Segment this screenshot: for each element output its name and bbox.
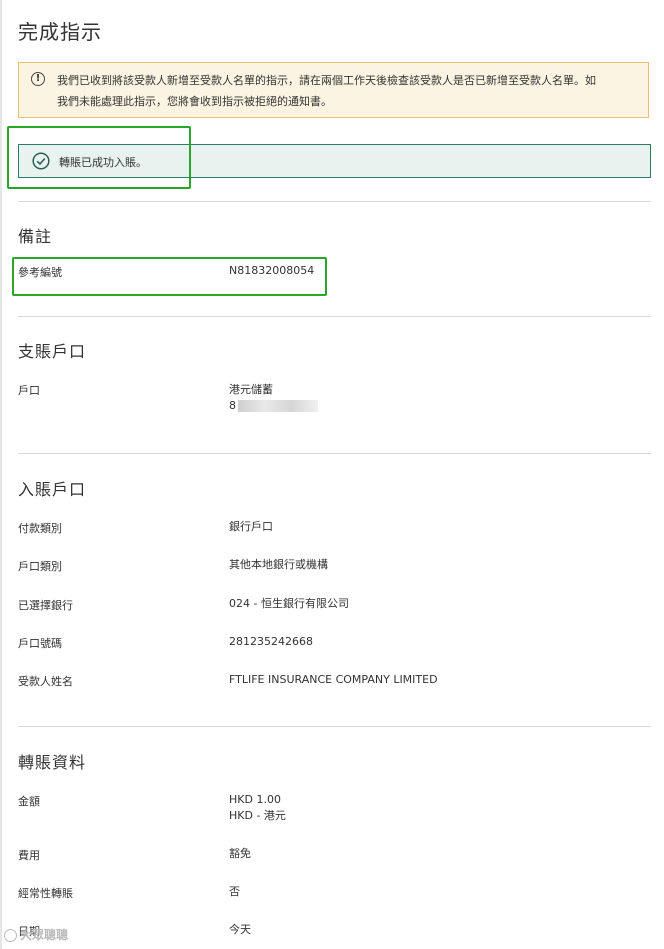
debit-account-label: 戶口 <box>18 384 40 397</box>
fee-value: 豁免 <box>229 847 251 860</box>
exclamation-circle-icon: ! <box>31 72 45 86</box>
transfer-details-title: 轉賬資料 <box>18 753 87 772</box>
selected-bank-value: 024 - 恒生銀行有限公司 <box>229 597 349 610</box>
notice-line-1: 我們已收到將該受款人新增至受款人名單的指示，請在兩個工作天後檢查該受款人是否已新… <box>57 74 596 87</box>
account-type-value: 其他本地銀行或機構 <box>229 558 328 571</box>
watermark-logo-icon <box>4 929 17 942</box>
notice-line-2: 我們未能處理此指示，您將會收到指示被拒絕的通知書。 <box>57 95 332 108</box>
debit-account-name: 港元儲蓄 <box>229 383 273 396</box>
reference-highlight-box <box>12 257 327 296</box>
debit-account-number: 8 <box>229 398 318 414</box>
payee-name-value: FTLIFE INSURANCE COMPANY LIMITED <box>229 673 438 686</box>
debit-account-title: 支賬戶口 <box>18 342 87 361</box>
account-number-value: 281235242668 <box>229 635 313 648</box>
section-divider <box>18 201 651 202</box>
payment-type-label: 付款類別 <box>18 522 62 535</box>
amount-line-2: HKD - 港元 <box>229 809 286 822</box>
notice-text: 我們已收到將該受款人新增至受款人名單的指示，請在兩個工作天後檢查該受款人是否已新… <box>57 70 645 112</box>
left-border <box>0 0 2 949</box>
section-divider <box>18 453 651 454</box>
account-number-visible: 8 <box>229 399 236 412</box>
payee-name-label: 受款人姓名 <box>18 675 73 688</box>
notice-banner: ! 我們已收到將該受款人新增至受款人名單的指示，請在兩個工作天後檢查該受款人是否… <box>18 62 649 118</box>
recurring-value: 否 <box>229 885 240 898</box>
amount-label: 金額 <box>18 795 40 808</box>
amount-value: HKD 1.00 HKD - 港元 <box>229 792 286 824</box>
payment-type-value: 銀行戶口 <box>229 520 273 533</box>
watermark-text: 大眾聰聰 <box>20 928 69 942</box>
section-divider <box>18 726 651 727</box>
watermark: 大眾聰聰 <box>4 926 68 943</box>
success-highlight-box <box>7 126 191 189</box>
redacted-account-number <box>238 400 318 412</box>
date-value: 今天 <box>229 923 251 936</box>
section-divider <box>18 316 651 317</box>
credit-account-title: 入賬戶口 <box>18 480 87 499</box>
debit-account-value: 港元儲蓄 8 <box>229 382 318 414</box>
account-number-label: 戶口號碼 <box>18 637 62 650</box>
selected-bank-label: 已選擇銀行 <box>18 599 73 612</box>
recurring-label: 經常性轉賬 <box>18 887 73 900</box>
amount-line-1: HKD 1.00 <box>229 793 281 806</box>
remarks-title: 備註 <box>18 227 53 246</box>
fee-label: 費用 <box>18 849 40 862</box>
account-type-label: 戶口類別 <box>18 560 62 573</box>
page-title: 完成指示 <box>18 20 102 44</box>
